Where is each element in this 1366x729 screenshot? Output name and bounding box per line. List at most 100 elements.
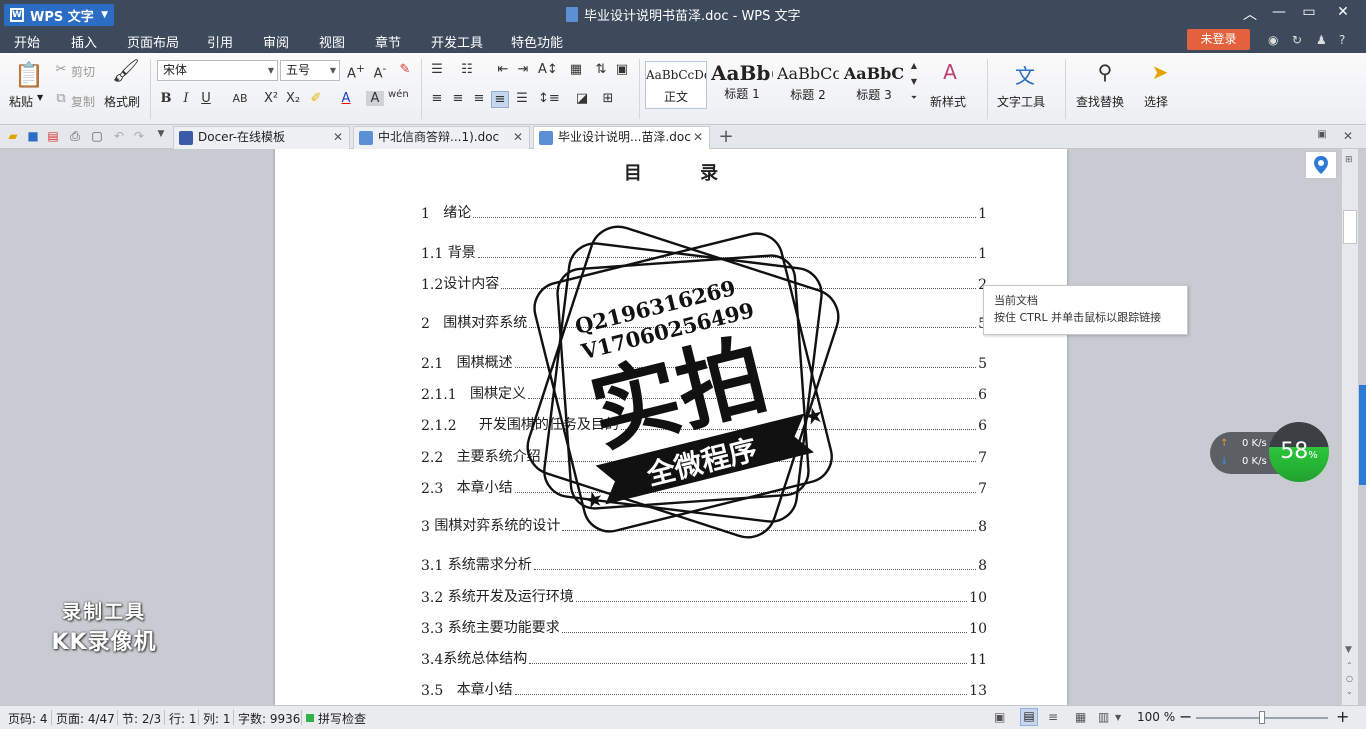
style-more-icon[interactable]: ⏷	[907, 93, 921, 103]
close-tab-icon[interactable]: ✕	[513, 127, 523, 148]
italic-icon[interactable]: I	[177, 91, 195, 106]
text-tools-button[interactable]: 文字工具	[997, 93, 1045, 110]
font-name-select[interactable]: 宋体 ▼	[157, 60, 278, 81]
status-col[interactable]: 列: 1	[203, 710, 231, 727]
select-button[interactable]: 选择	[1144, 93, 1168, 110]
style-heading-3[interactable]: AaBbC 标题 3	[843, 61, 905, 109]
clear-format-icon[interactable]: ✎	[396, 62, 414, 77]
new-style-button[interactable]: 新样式	[930, 93, 966, 110]
undo-icon[interactable]: ↶	[111, 129, 127, 143]
toc-entry[interactable]: 3.3 系统主要功能要求 10	[421, 617, 987, 637]
redo-icon[interactable]: ↷	[131, 129, 147, 143]
toc-entry[interactable]: 3.1 系统需求分析 8	[421, 554, 987, 574]
minimize-button[interactable]: —	[1266, 4, 1292, 20]
grow-font-icon[interactable]: A+	[347, 62, 365, 81]
distributed-align-icon[interactable]: ☰	[513, 91, 531, 106]
full-screen-view-icon[interactable]: ▣	[994, 710, 1005, 724]
status-row[interactable]: 行: 1	[169, 710, 197, 727]
style-normal[interactable]: AaBbCcDd 正文	[645, 61, 707, 109]
close-tab-icon[interactable]: ✕	[333, 127, 343, 148]
border-icon[interactable]: ⊞	[599, 91, 617, 106]
style-scroll-up-icon[interactable]: ▲	[907, 61, 921, 70]
copy-button[interactable]: 复制	[71, 93, 95, 110]
toc-entry[interactable]: 3.2 系统开发及运行环境 10	[421, 586, 987, 606]
new-tab-icon[interactable]: +	[718, 126, 734, 147]
zoom-level[interactable]: 100 %	[1137, 710, 1175, 724]
tab-view[interactable]: 视图	[319, 32, 345, 51]
login-button[interactable]: 未登录	[1187, 29, 1250, 50]
toc-entry[interactable]: 3.5 本章小结 13	[421, 679, 987, 699]
sort-icon[interactable]: ⇅	[592, 62, 610, 77]
numbered-list-icon[interactable]: ☷	[458, 62, 476, 77]
scroll-options-icon[interactable]: ⊞	[1345, 155, 1353, 165]
zoom-slider-thumb[interactable]	[1259, 711, 1265, 724]
prev-page-icon[interactable]: ⌃	[1346, 661, 1353, 670]
paste-dropdown-icon[interactable]: ▼	[37, 93, 43, 102]
status-page[interactable]: 页面: 4/47	[56, 710, 115, 727]
doc-tab-docer[interactable]: Docer-在线模板 ✕	[173, 126, 350, 149]
shrink-font-icon[interactable]: A-	[371, 62, 389, 81]
help-icon[interactable]: ?	[1339, 33, 1345, 47]
tab-home[interactable]: 开始	[14, 32, 41, 55]
text-direction-icon[interactable]: A↕	[538, 62, 558, 77]
skin-icon[interactable]: ◉	[1268, 33, 1278, 47]
side-panel-toggle[interactable]	[1359, 385, 1366, 485]
align-right-icon[interactable]: ≡	[470, 91, 488, 106]
spell-check-button[interactable]: 拼写检查	[318, 710, 366, 727]
bullet-list-icon[interactable]: ☰	[428, 62, 446, 77]
shirt-icon[interactable]: ♟	[1316, 33, 1327, 47]
strikethrough-icon[interactable]: AB	[228, 92, 252, 105]
doc-tab-defense[interactable]: 中北信商答辩...1).doc ✕	[353, 126, 530, 149]
paste-icon[interactable]: 📋	[14, 61, 44, 89]
style-heading-2[interactable]: AaBbCc 标题 2	[777, 61, 839, 109]
tab-insert[interactable]: 插入	[71, 32, 97, 51]
reading-view-icon[interactable]: ▥	[1098, 710, 1109, 724]
align-center-icon[interactable]: ≡	[449, 91, 467, 106]
status-word-count[interactable]: 字数: 9936	[238, 710, 300, 727]
superscript-icon[interactable]: X²	[262, 91, 280, 106]
next-page-icon[interactable]: ⌄	[1346, 687, 1353, 696]
doc-tab-thesis[interactable]: 毕业设计说明...苗泽.doc ✕	[533, 126, 710, 149]
font-size-select[interactable]: 五号 ▼	[280, 60, 340, 81]
paste-button[interactable]: 粘贴	[9, 93, 33, 110]
line-spacing-icon[interactable]: ↕≡	[538, 91, 560, 106]
web-view-icon[interactable]: ▦	[1075, 710, 1086, 724]
show-marks-icon[interactable]: ▣	[613, 62, 631, 77]
subscript-icon[interactable]: X₂	[284, 91, 302, 106]
find-replace-button[interactable]: 查找替换	[1076, 93, 1124, 110]
align-justify-icon[interactable]: ≡	[491, 91, 509, 108]
increase-indent-icon[interactable]: ⇥	[514, 62, 532, 77]
phonetic-guide-icon[interactable]: wén	[388, 89, 409, 100]
open-folder-icon[interactable]: ▰	[5, 129, 21, 143]
style-scroll-down-icon[interactable]: ▼	[907, 77, 921, 86]
zoom-out-button[interactable]: −	[1179, 707, 1192, 726]
app-menu-button[interactable]: W WPS 文字 ▼	[4, 4, 114, 26]
align-left-icon[interactable]: ≡	[428, 91, 446, 106]
table-icon[interactable]: ▦	[567, 62, 585, 77]
tab-features[interactable]: 特色功能	[511, 32, 563, 51]
tab-page-layout[interactable]: 页面布局	[127, 32, 179, 51]
sync-icon[interactable]: ↻	[1292, 33, 1302, 47]
view-dropdown-icon[interactable]: ▼	[1115, 713, 1121, 722]
status-section[interactable]: 节: 2/3	[122, 710, 161, 727]
customize-toolbar-icon[interactable]: ▼	[153, 129, 169, 139]
tab-list-icon[interactable]: ▣	[1314, 129, 1330, 140]
close-tab-icon[interactable]: ✕	[693, 127, 703, 148]
zoom-in-button[interactable]: +	[1336, 707, 1349, 726]
format-painter-button[interactable]: 格式刷	[104, 93, 140, 110]
memory-usage-gauge[interactable]: 58%	[1269, 422, 1329, 482]
font-color-icon[interactable]: A	[337, 91, 355, 106]
toc-entry[interactable]: 3.4 系统总体结构 11	[421, 648, 987, 668]
status-page-code[interactable]: 页码: 4	[8, 710, 48, 727]
vertical-scroll-thumb[interactable]	[1343, 210, 1357, 244]
tab-references[interactable]: 引用	[207, 32, 233, 51]
select-browse-icon[interactable]: ○	[1346, 674, 1353, 683]
underline-icon[interactable]: U	[197, 91, 215, 106]
print-icon[interactable]: ⎙	[67, 129, 83, 144]
export-pdf-icon[interactable]: ▤	[45, 129, 61, 143]
shading-icon[interactable]: ◪	[573, 91, 591, 106]
scroll-down-icon[interactable]: ▼	[1345, 645, 1352, 655]
outline-view-icon[interactable]: ≡	[1048, 710, 1058, 724]
bold-icon[interactable]: B	[157, 91, 175, 106]
close-button[interactable]: ✕	[1330, 4, 1356, 20]
